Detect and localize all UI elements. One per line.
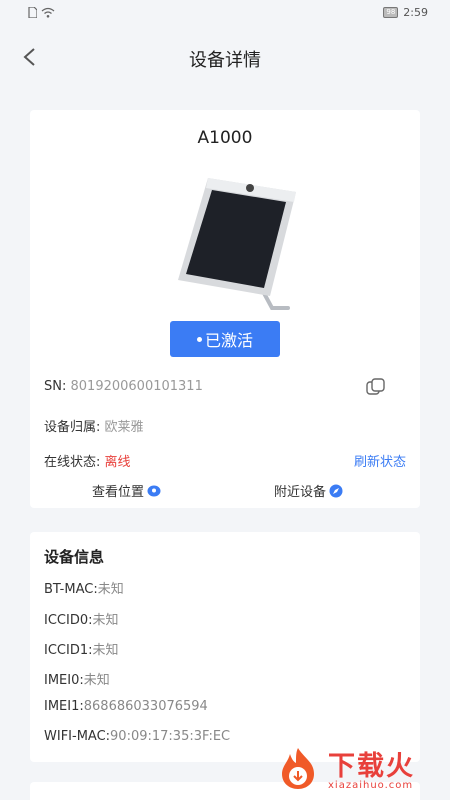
info-label: IMEI0:: [44, 673, 84, 688]
info-label: ICCID1:: [44, 643, 93, 658]
wifi-icon: [41, 7, 55, 18]
sn-row: SN: 8019200600101311: [44, 379, 203, 394]
view-location-label: 查看位置: [92, 485, 145, 500]
online-status-label: 在线状态:: [44, 455, 105, 470]
info-value: 未知: [97, 582, 124, 597]
view-location-button[interactable]: 查看位置: [92, 481, 161, 500]
info-row-iccid1: ICCID1:未知: [44, 639, 119, 658]
info-value: 未知: [83, 673, 110, 688]
nav-bar: 设备详情: [0, 34, 450, 80]
watermark-text: 下载火: [328, 751, 415, 782]
location-pin-icon: [147, 485, 161, 496]
info-value: 未知: [92, 643, 119, 658]
status-left: [28, 7, 55, 18]
info-row-imei1: IMEI1:868686033076594: [44, 699, 208, 714]
info-row-wifi-mac: WIFI-MAC:90:09:17:35:3F:EC: [44, 729, 230, 744]
nearby-devices-button[interactable]: 附近设备: [274, 481, 343, 500]
device-card: A1000 已激活 SN: 8019200600101311 设备归属: 欧莱雅…: [30, 110, 420, 508]
device-model: A1000: [197, 128, 253, 148]
compass-icon: [329, 484, 343, 497]
info-label: WIFI-MAC:: [44, 729, 111, 744]
page-title: 设备详情: [189, 50, 261, 71]
watermark-url: xiazaihuo.com: [328, 780, 414, 791]
info-value: 868686033076594: [83, 699, 208, 714]
watermark-logo: 下载火 xiazaihuo.com: [268, 740, 450, 800]
battery-icon: 98: [383, 7, 399, 18]
activation-status-label: 已激活: [204, 331, 253, 350]
nearby-devices-label: 附近设备: [274, 485, 327, 500]
info-label: IMEI1:: [44, 699, 84, 714]
info-label: ICCID0:: [44, 613, 93, 628]
device-info-title: 设备信息: [44, 548, 105, 566]
activation-status-button[interactable]: 已激活: [170, 321, 280, 357]
copy-icon[interactable]: [366, 378, 386, 396]
info-row-iccid0: ICCID0:未知: [44, 609, 119, 628]
sn-value: 8019200600101311: [70, 379, 203, 394]
sn-label: SN:: [44, 379, 71, 394]
info-row-bt-mac: BT-MAC:未知: [44, 578, 124, 597]
flame-logo-icon: [282, 748, 314, 789]
owner-row: 设备归属: 欧莱雅: [44, 416, 144, 435]
status-bar: 98 2:59: [0, 0, 450, 28]
device-image: [178, 178, 296, 310]
refresh-status-link[interactable]: 刷新状态: [354, 451, 406, 470]
status-time: 2:59: [403, 6, 428, 19]
owner-label: 设备归属:: [44, 420, 105, 435]
online-status-row: 在线状态: 离线: [44, 451, 131, 470]
owner-value: 欧莱雅: [104, 420, 144, 435]
status-right: 98 2:59: [383, 6, 428, 19]
device-info-card: 设备信息 BT-MAC:未知 ICCID0:未知 ICCID1:未知 IMEI0…: [30, 532, 420, 762]
info-value: 90:09:17:35:3F:EC: [110, 729, 231, 744]
sim-card-icon: [28, 7, 37, 18]
status-dot-icon: [196, 336, 202, 342]
info-row-imei0: IMEI0:未知: [44, 669, 110, 688]
info-label: BT-MAC:: [44, 582, 98, 597]
info-value: 未知: [92, 613, 119, 628]
online-status-value: 离线: [104, 455, 131, 470]
